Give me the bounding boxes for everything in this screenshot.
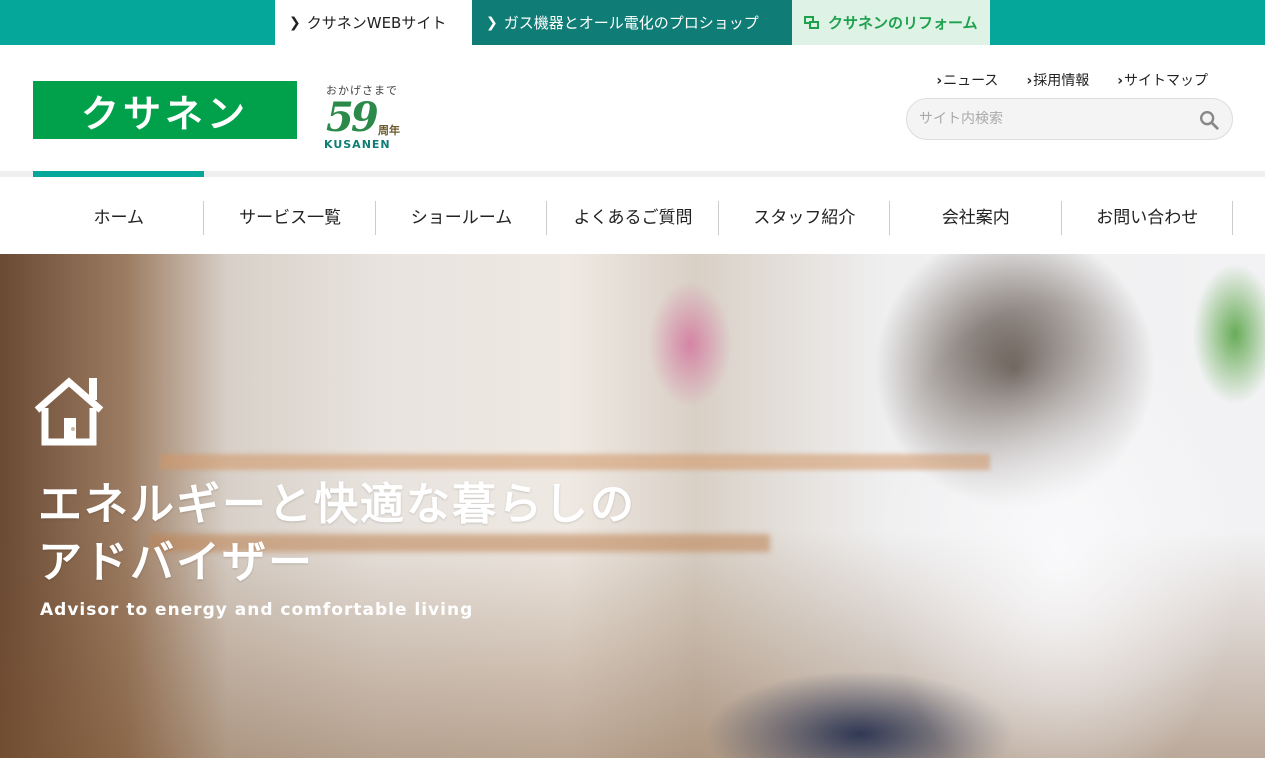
nav-item-faq[interactable]: よくあるご質問	[547, 177, 720, 254]
site-logo[interactable]: クサネン	[33, 81, 297, 139]
search-input[interactable]	[919, 99, 1189, 139]
chevron-right-icon: ❯	[289, 14, 301, 31]
anniversary-badge: おかげさまで 59 周年 KUSANEN	[322, 82, 406, 154]
tab-label: クサネンのリフォーム	[828, 14, 978, 32]
tab-label: クサネンWEBサイト	[306, 14, 447, 32]
hero-photo-counter	[160, 454, 990, 470]
link-news[interactable]: ›ニュース	[936, 70, 998, 90]
hero-subtitle: Advisor to energy and comfortable living	[40, 600, 474, 620]
window-icon	[804, 16, 820, 29]
nav-label: よくあるご質問	[573, 208, 693, 228]
nav-item-home[interactable]: ホーム	[33, 177, 205, 254]
nav-label: ホーム	[93, 208, 144, 228]
nav-item-contact[interactable]: お問い合わせ	[1062, 177, 1234, 254]
tab-label: ガス機器とオール電化のプロショップ	[503, 14, 759, 32]
tab-gas-proshop[interactable]: ❯ ガス機器とオール電化のプロショップ	[472, 0, 792, 45]
link-label: ニュース	[943, 73, 999, 89]
house-icon	[34, 377, 104, 446]
nav-item-showroom[interactable]: ショールーム	[376, 177, 548, 254]
hero-photo-plant	[1145, 254, 1265, 454]
nav-label: ショールーム	[410, 208, 513, 228]
nav-label: サービス一覧	[239, 208, 342, 228]
hero-title-line2: アドバイザー	[38, 537, 314, 588]
search-icon[interactable]	[1198, 109, 1220, 131]
chevron-right-icon: ›	[936, 73, 943, 89]
nav-label: スタッフ紹介	[753, 208, 856, 228]
nav-label: お問い合わせ	[1096, 208, 1199, 228]
tab-reform[interactable]: クサネンのリフォーム	[792, 0, 990, 45]
link-label: サイトマップ	[1124, 73, 1208, 89]
site-switcher-bar: ❯ クサネンWEBサイト ❯ ガス機器とオール電化のプロショップ クサネンのリフ…	[0, 0, 1265, 45]
link-recruit[interactable]: ›採用情報	[1026, 70, 1089, 90]
logo-text: クサネン	[80, 91, 249, 136]
nav-item-services[interactable]: サービス一覧	[204, 177, 377, 254]
link-label: 採用情報	[1033, 73, 1090, 89]
nav-item-staff[interactable]: スタッフ紹介	[719, 177, 891, 254]
anniversary-brand: KUSANEN	[324, 138, 391, 151]
chevron-right-icon: ›	[1117, 73, 1123, 89]
header-links: ›ニュース ›採用情報 ›サイトマップ	[936, 70, 1208, 90]
hero-title: エネルギーと快適な暮らしの アドバイザー	[38, 476, 636, 592]
nav-label: 会社案内	[941, 208, 1010, 228]
chevron-right-icon: ›	[1026, 73, 1033, 89]
site-search	[906, 98, 1233, 140]
nav-item-company[interactable]: 会社案内	[890, 177, 1062, 254]
anniversary-unit: 周年	[378, 124, 400, 137]
anniversary-years: 59	[326, 94, 379, 141]
hero-title-line1: エネルギーと快適な暮らしの	[38, 479, 636, 530]
chevron-right-icon: ❯	[486, 14, 498, 31]
hero-banner: エネルギーと快適な暮らしの アドバイザー Advisor to energy a…	[0, 254, 1265, 758]
tab-kusanen-web[interactable]: ❯ クサネンWEBサイト	[275, 0, 472, 45]
link-sitemap[interactable]: ›サイトマップ	[1117, 70, 1208, 90]
global-nav: ホーム サービス一覧 ショールーム よくあるご質問 スタッフ紹介 会社案内 お問…	[33, 177, 1234, 254]
